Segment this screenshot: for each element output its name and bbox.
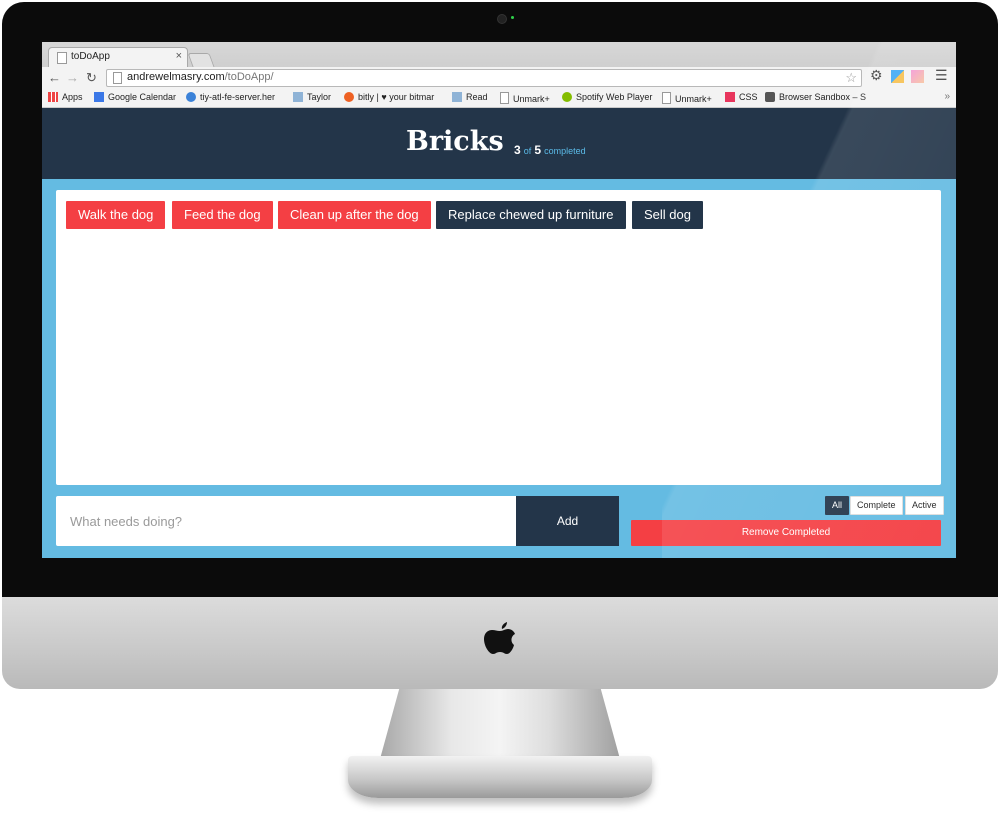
page-icon xyxy=(57,52,67,64)
browser-toolbar: ← → ↻ andrewelmasry.com/toDoApp/ ☆ ⚙ ☰ xyxy=(42,67,956,89)
filter-all[interactable]: All xyxy=(825,496,850,515)
folder-icon xyxy=(452,92,462,102)
page-icon xyxy=(500,92,509,104)
bookmark-browser-sandbox[interactable]: Browser Sandbox – S xyxy=(765,92,866,102)
url-path: /toDoApp/ xyxy=(224,71,274,83)
remove-completed-button[interactable]: Remove Completed xyxy=(631,520,941,546)
url-domain: andrewelmasry.com xyxy=(127,71,225,83)
apps-grid-icon xyxy=(48,92,58,102)
back-arrow-icon[interactable]: ← xyxy=(48,70,61,85)
screen: toDoApp × ← → ↻ andrewelmasry.com/toDoAp… xyxy=(42,42,956,558)
camera-led-icon xyxy=(511,16,514,19)
folder-icon xyxy=(293,92,303,102)
gear-icon[interactable]: ⚙ xyxy=(870,67,883,83)
bookmark-bitly[interactable]: bitly | ♥ your bitmar xyxy=(344,92,434,102)
bitly-icon xyxy=(344,92,354,102)
bookmark-google-calendar[interactable]: Google Calendar xyxy=(94,92,176,102)
app-body: Walk the dog Feed the dog Clean up after… xyxy=(42,179,956,558)
spotify-icon xyxy=(562,92,572,102)
brick-item[interactable]: Walk the dog xyxy=(66,201,166,229)
brick-item[interactable]: Replace chewed up furniture xyxy=(436,201,626,229)
extension-icon[interactable] xyxy=(891,70,904,83)
apple-logo-icon xyxy=(484,622,515,654)
bookmark-read[interactable]: Read xyxy=(452,92,488,102)
add-button[interactable]: Add xyxy=(516,496,619,546)
bookmark-spotify[interactable]: Spotify Web Player xyxy=(562,92,652,102)
camera-icon xyxy=(497,14,507,24)
bookmark-unmark[interactable]: Unmark+ xyxy=(500,92,550,104)
bookmarks-bar: Apps Google Calendar tiy-atl-fe-server.h… xyxy=(42,89,956,108)
bookmark-taylor[interactable]: Taylor xyxy=(293,92,331,102)
bookmark-tiy-server[interactable]: tiy-atl-fe-server.her xyxy=(186,92,275,102)
tab-strip: toDoApp × xyxy=(42,42,956,68)
close-icon[interactable]: × xyxy=(176,50,182,62)
count-total: 5 xyxy=(534,143,542,157)
imac-stand-base xyxy=(348,756,652,798)
bookmarks-overflow-icon[interactable]: » xyxy=(944,91,950,102)
brick-item[interactable]: Feed the dog xyxy=(172,201,273,229)
tab-todoapp[interactable]: toDoApp × xyxy=(48,47,188,68)
code-icon xyxy=(186,92,196,102)
bookmark-css[interactable]: CSS xyxy=(725,92,758,102)
url-text: andrewelmasry.com/toDoApp/ xyxy=(127,71,274,83)
new-tab-button[interactable] xyxy=(187,53,215,67)
filter-complete[interactable]: Complete xyxy=(850,496,903,515)
count-of: of xyxy=(523,146,532,156)
bookmark-unmark-2[interactable]: Unmark+ xyxy=(662,92,712,104)
bookmark-star-icon[interactable]: ☆ xyxy=(845,70,857,86)
app-title: Bricks xyxy=(406,126,504,157)
new-todo-input[interactable] xyxy=(56,496,516,546)
completed-count: 3 of 5 completed xyxy=(514,143,586,157)
extension-icon[interactable] xyxy=(911,70,924,83)
brick-item[interactable]: Clean up after the dog xyxy=(278,201,431,229)
imac-chin xyxy=(2,597,998,689)
reload-icon[interactable]: ↻ xyxy=(86,70,97,86)
tab-title: toDoApp xyxy=(71,51,110,62)
app-header: Bricks 3 of 5 completed xyxy=(42,108,956,179)
count-done: 3 xyxy=(514,143,521,157)
calendar-icon xyxy=(94,92,104,102)
brick-board: Walk the dog Feed the dog Clean up after… xyxy=(56,190,941,485)
count-word: completed xyxy=(544,146,586,156)
page-icon xyxy=(662,92,671,104)
brick-item[interactable]: Sell dog xyxy=(632,201,703,229)
forward-arrow-icon[interactable]: → xyxy=(66,70,79,85)
filter-active[interactable]: Active xyxy=(905,496,944,515)
address-bar[interactable]: andrewelmasry.com/toDoApp/ ☆ xyxy=(106,69,862,87)
bookmark-apps[interactable]: Apps xyxy=(48,92,83,102)
imac-stand-neck xyxy=(380,689,620,759)
menu-icon[interactable]: ☰ xyxy=(935,67,948,83)
css-icon xyxy=(725,92,735,102)
briefcase-icon xyxy=(765,92,775,102)
page-icon xyxy=(113,72,122,84)
